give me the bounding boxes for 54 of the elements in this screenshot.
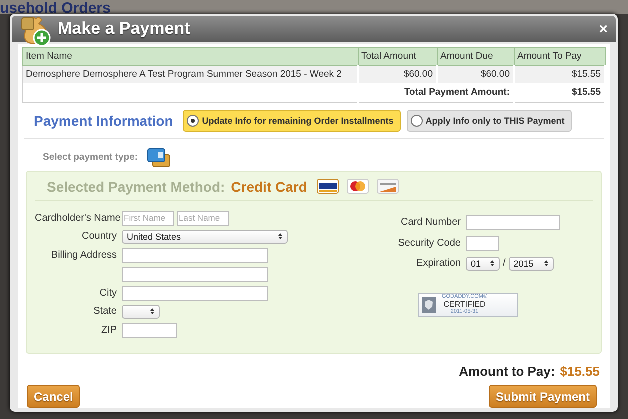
select-field[interactable]: United States (122, 230, 288, 244)
caret-icon (150, 308, 155, 316)
field-label: Expiration (416, 258, 461, 270)
input-field[interactable] (466, 214, 560, 230)
table-cell: $15.55 (514, 66, 605, 83)
field-label: Billing Address (50, 250, 117, 261)
column-header: Item Name (22, 48, 358, 66)
column-header: Amount To Pay (514, 48, 605, 66)
table-cell: $60.00 (437, 66, 514, 83)
method-value: Credit Card (231, 178, 308, 195)
column-header: Total Amount (358, 48, 437, 66)
select-field[interactable]: 2015 (508, 256, 554, 271)
dialog-title: Make a Payment (58, 19, 190, 39)
select-field[interactable] (122, 304, 160, 319)
radio-icon (410, 115, 423, 127)
option-button[interactable]: Apply Info only to THIS Payment (406, 110, 572, 132)
table-cell: Demosphere Demosphere A Test Program Summer Season 2015 - Week 2 (22, 66, 358, 83)
amount-value: $15.55 (560, 364, 600, 379)
field-label: State (92, 306, 117, 318)
field-label: City (98, 288, 117, 299)
input-field[interactable] (122, 322, 177, 338)
caret-icon (490, 260, 495, 268)
field-label: Country (80, 231, 117, 242)
close-button[interactable]: × (597, 20, 610, 38)
total-label: Total Payment Amount: (358, 83, 514, 102)
page-heading: usehold Orders (0, 2, 111, 16)
input-field[interactable] (122, 286, 268, 301)
date-separator: / (503, 258, 506, 270)
field-label: Select payment type: (43, 152, 138, 164)
last-name-field[interactable]: Last Name (177, 210, 229, 226)
credit-cards-icon[interactable] (147, 148, 172, 168)
total-value: $15.55 (514, 83, 605, 102)
amount-label: Amount to Pay: (459, 364, 556, 379)
card-logo-icon (377, 179, 400, 194)
caret-icon (544, 260, 549, 268)
select-field[interactable]: 01 (466, 256, 500, 271)
card-logo-icon (317, 179, 340, 194)
field-label: Security Code (397, 238, 461, 249)
input-field[interactable] (122, 266, 268, 282)
input-field[interactable] (122, 248, 268, 263)
first-name-field[interactable]: First Name (122, 210, 174, 226)
shield-icon (422, 296, 436, 313)
column-header: Amount Due (437, 48, 514, 66)
method-label: Selected Payment Method: (47, 178, 226, 195)
option-button[interactable]: Update Info for remaining Order Installments (183, 110, 401, 132)
section-heading: Payment Information (34, 113, 174, 129)
table-cell: $60.00 (358, 66, 437, 83)
field-label: Card Number (400, 216, 461, 228)
caret-icon (278, 233, 283, 240)
radio-icon (187, 115, 200, 127)
card-logo-icon (347, 179, 370, 194)
input-field[interactable] (466, 236, 499, 251)
field-label: ZIP (100, 324, 117, 336)
seal-title: CERTIFIED (444, 300, 486, 310)
